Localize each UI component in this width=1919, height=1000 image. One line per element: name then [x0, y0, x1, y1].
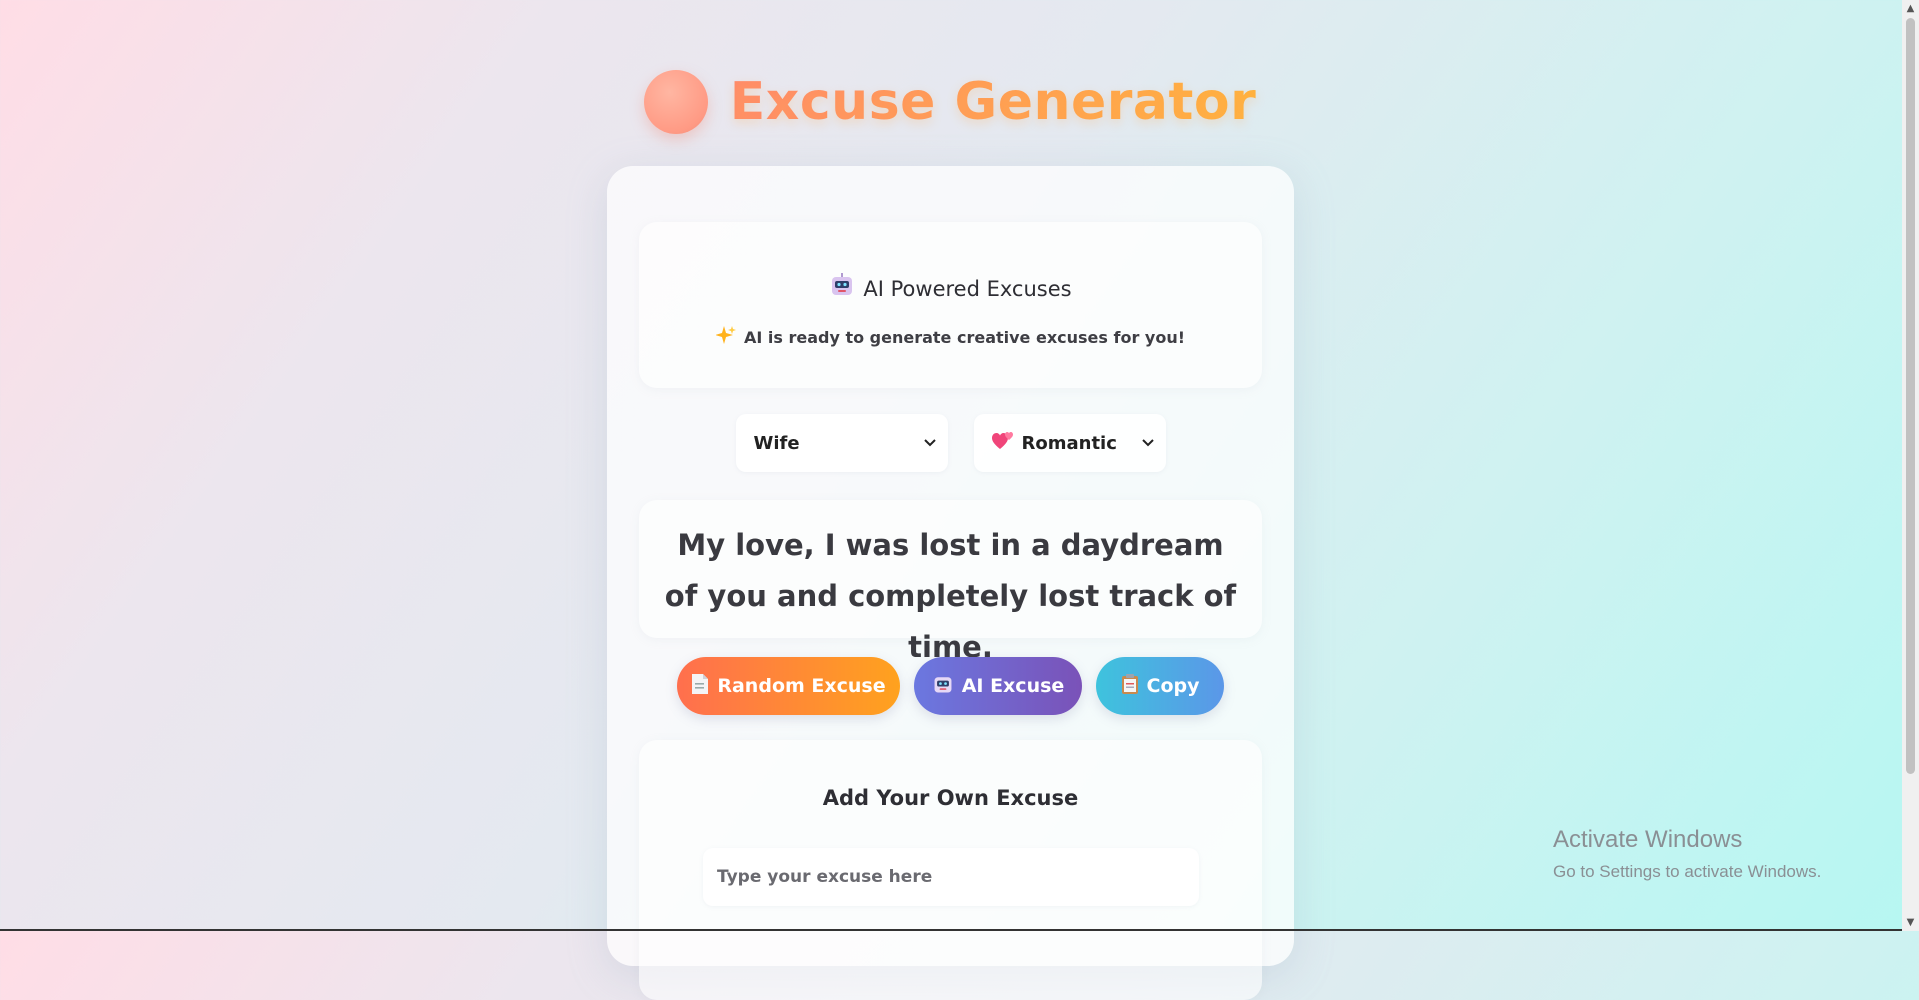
recipient-select[interactable]: Wife	[735, 414, 948, 472]
watermark-subtitle: Go to Settings to activate Windows.	[1553, 862, 1822, 881]
scroll-down-arrow-icon[interactable]: ▼	[1902, 914, 1919, 931]
mood-select-label: Romantic	[1021, 432, 1117, 454]
main-card: AI Powered Excuses AI is ready to genera…	[607, 166, 1294, 1000]
vertical-scrollbar[interactable]: ▲ ▼	[1902, 0, 1919, 931]
random-excuse-label: Random Excuse	[717, 675, 886, 697]
watermark-title: Activate Windows	[1553, 826, 1743, 853]
ai-status: AI is ready to generate creative excuses…	[639, 325, 1262, 349]
custom-excuse-input[interactable]	[703, 848, 1199, 906]
copy-label: Copy	[1146, 675, 1200, 697]
clipboard-icon	[1121, 673, 1139, 700]
page-icon	[691, 673, 709, 700]
selects-row: Wife Romantic	[607, 414, 1294, 472]
random-excuse-button[interactable]: Random Excuse	[677, 657, 900, 715]
add-excuse-heading: Add Your Own Excuse	[822, 786, 1079, 810]
blushing-face-icon	[643, 70, 708, 134]
excuse-text: My love, I was lost in a daydream of you…	[664, 528, 1237, 664]
scrollbar-thumb[interactable]	[1906, 18, 1915, 774]
app-header: Excuse Generator	[0, 70, 1900, 134]
recipient-select-value: Wife	[753, 432, 800, 454]
action-buttons: Random Excuse AI Excuse Copy	[607, 657, 1294, 715]
chevron-down-icon	[923, 435, 936, 451]
sparkles-icon	[714, 325, 736, 349]
mood-select[interactable]: Romantic	[973, 414, 1166, 472]
ai-heading: AI Powered Excuses	[639, 272, 1262, 303]
two-hearts-icon	[991, 431, 1014, 456]
robot-icon	[829, 272, 855, 303]
windows-activation-watermark: Activate Windows Go to Settings to activ…	[1553, 826, 1821, 882]
ai-excuse-label: AI Excuse	[961, 675, 1065, 697]
mood-select-value: Romantic	[991, 431, 1117, 456]
scroll-up-arrow-icon[interactable]: ▲	[1902, 0, 1919, 17]
robot-icon	[932, 673, 954, 700]
excuse-display: My love, I was lost in a daydream of you…	[639, 500, 1262, 664]
ai-heading-text: AI Powered Excuses	[863, 277, 1072, 301]
copy-button[interactable]: Copy	[1096, 657, 1224, 715]
ai-excuse-button[interactable]: AI Excuse	[914, 657, 1082, 715]
page-title: Excuse Generator	[729, 72, 1257, 132]
add-excuse-panel: Add Your Own Excuse	[639, 740, 1262, 1000]
ai-status-text: AI is ready to generate creative excuses…	[743, 328, 1186, 347]
chevron-down-icon	[1141, 435, 1154, 451]
ai-panel: AI Powered Excuses AI is ready to genera…	[639, 222, 1262, 388]
